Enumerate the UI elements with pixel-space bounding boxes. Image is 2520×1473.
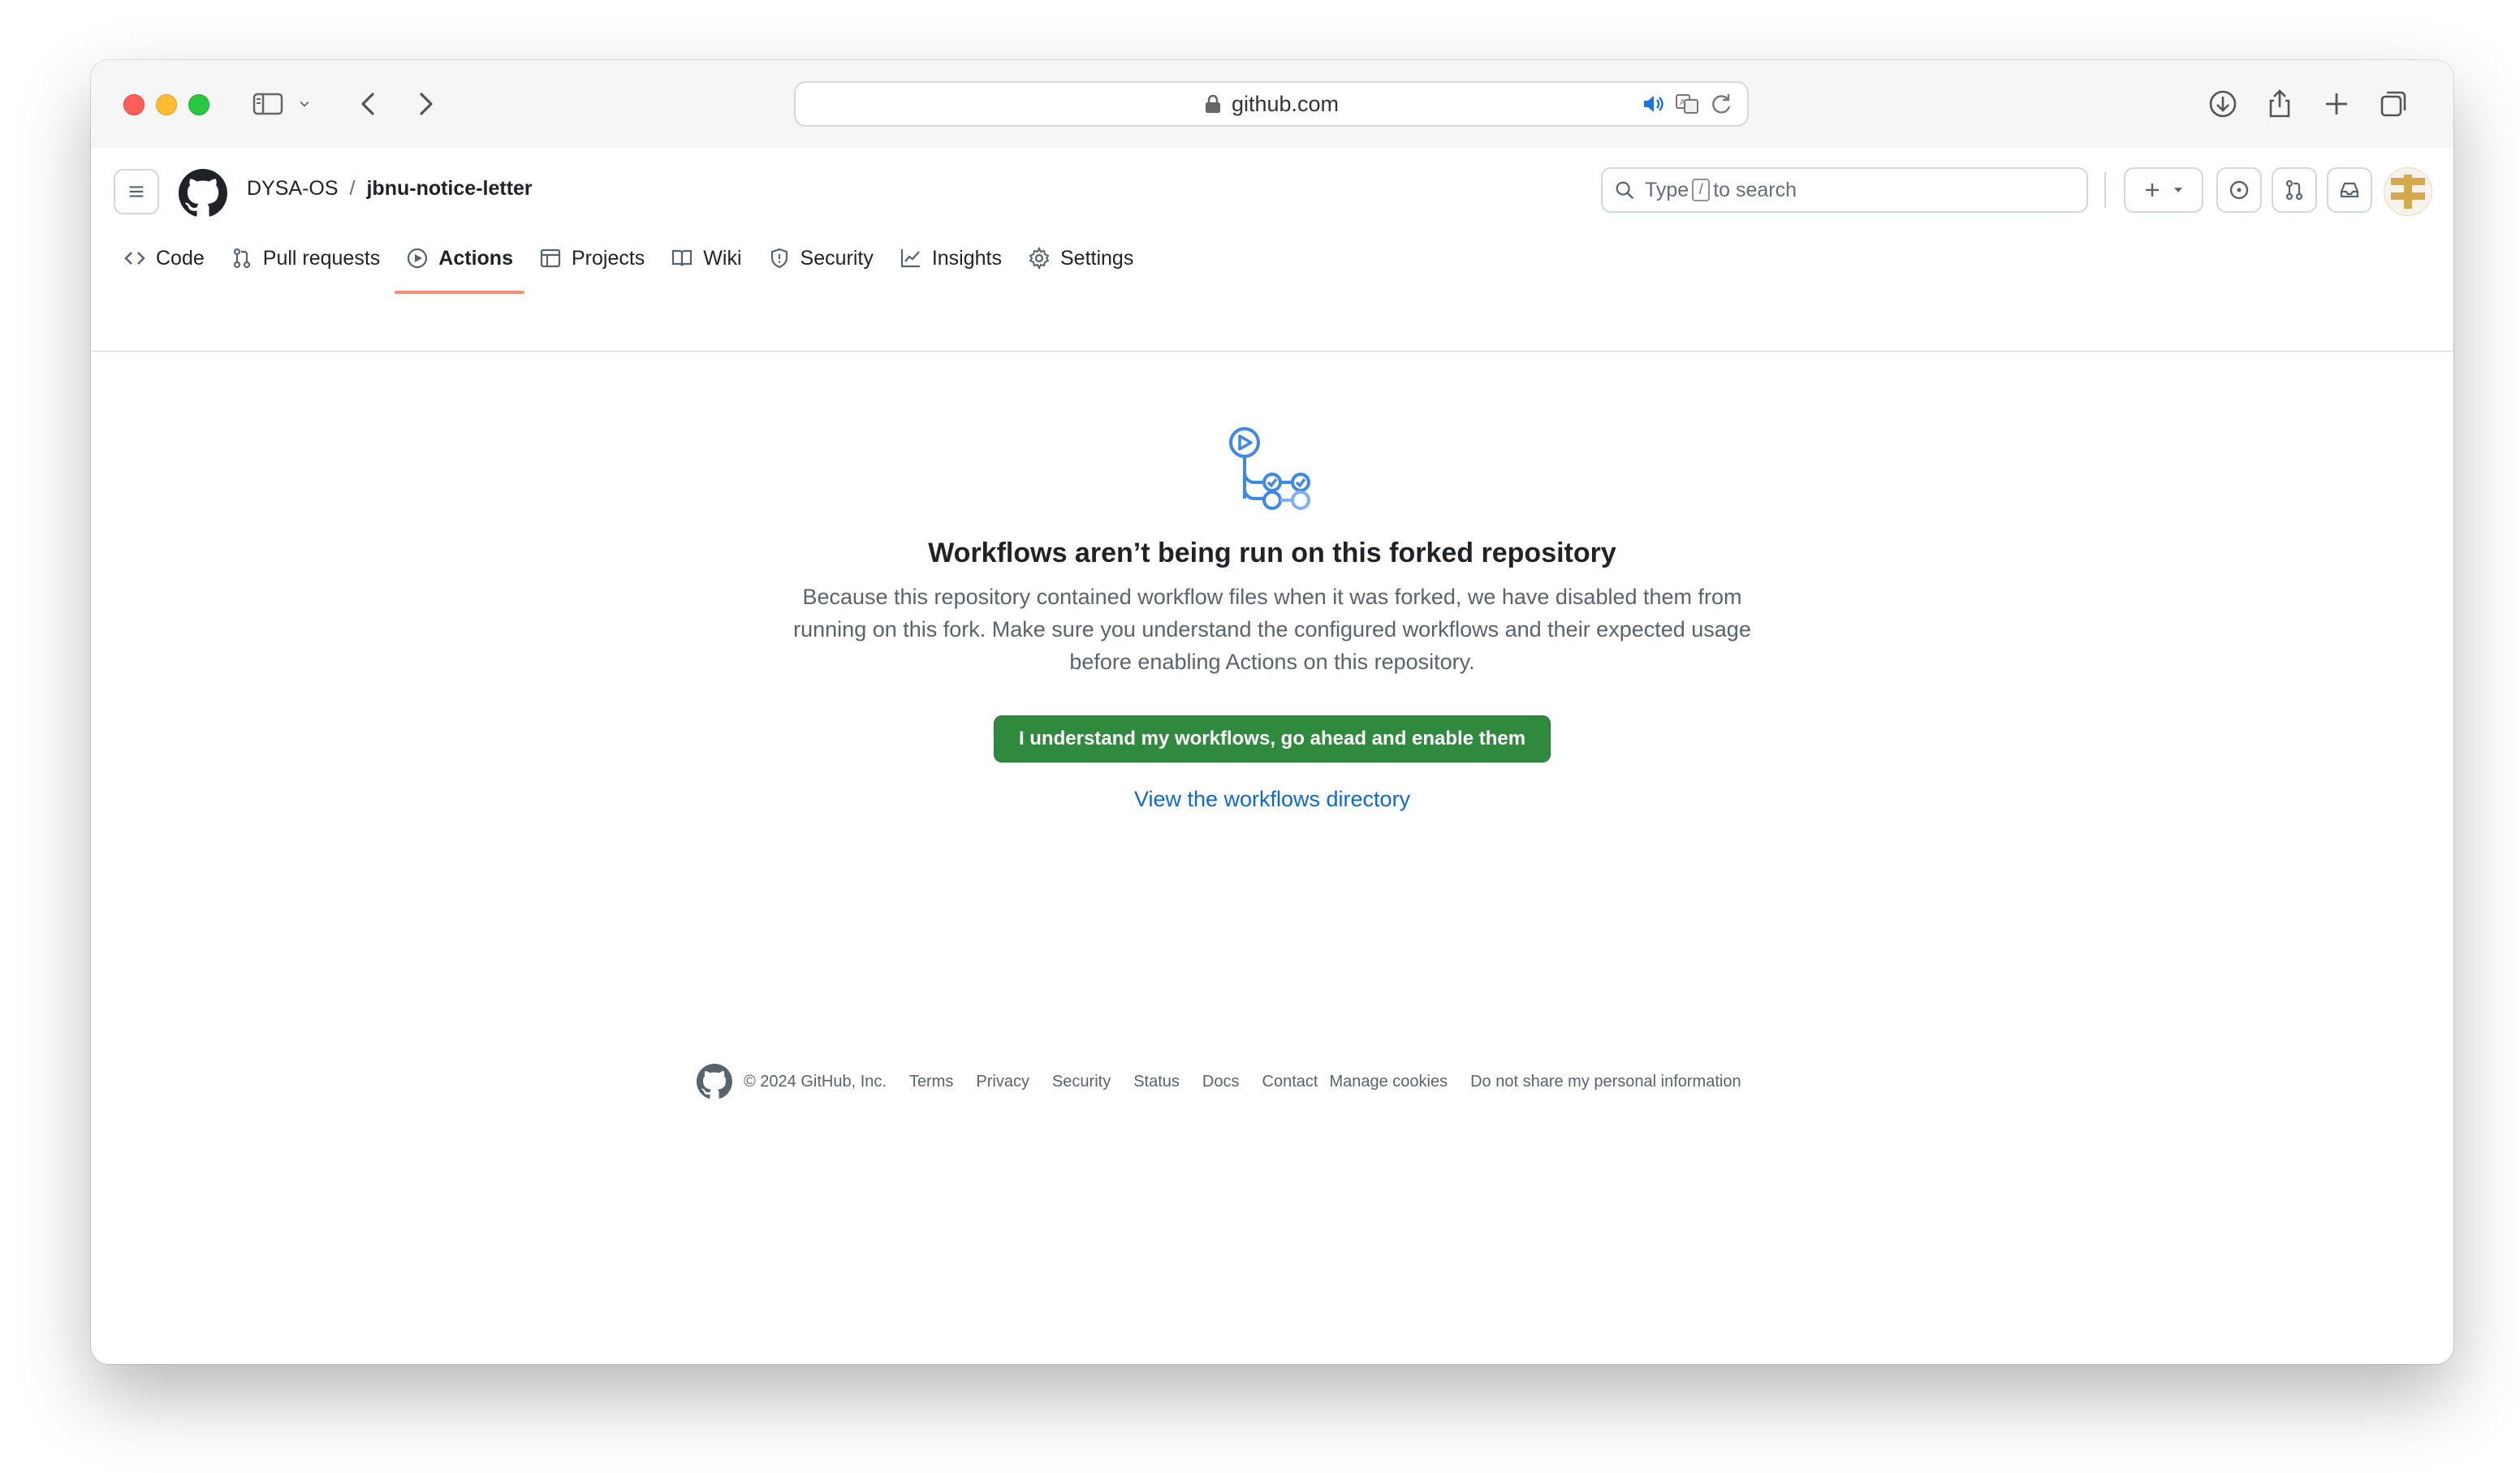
tab-settings[interactable]: Settings (1015, 229, 1146, 287)
forward-icon[interactable] (406, 84, 445, 123)
tab-code[interactable]: Code (110, 229, 218, 287)
issues-button[interactable] (2216, 167, 2262, 213)
workflow-icon (1229, 427, 1310, 510)
repo-link[interactable]: jbnu-notice-letter (366, 177, 532, 201)
footer-copyright: © 2024 GitHub, Inc. (744, 1072, 887, 1091)
tab-label: Projects (571, 246, 645, 270)
tab-label: Wiki (703, 246, 742, 270)
footer: © 2024 GitHub, Inc. Terms Privacy Securi… (697, 1064, 1764, 1099)
footer-link-privacy[interactable]: Privacy (976, 1073, 1029, 1091)
hamburger-icon (129, 186, 144, 197)
address-bar[interactable]: github.com A (794, 81, 1749, 127)
footer-link-terms[interactable]: Terms (909, 1073, 953, 1091)
search-placeholder-suffix: to search (1713, 178, 1797, 201)
close-window-button[interactable] (123, 94, 145, 115)
avatar[interactable] (2384, 167, 2432, 216)
issue-opened-icon (2229, 180, 2249, 200)
chevron-down-icon[interactable] (292, 84, 317, 123)
enable-workflows-button[interactable]: I understand my workflows, go ahead and … (993, 715, 1551, 762)
breadcrumb: DYSA-OS / jbnu-notice-letter (247, 177, 533, 201)
workflows-directory-link[interactable]: View the workflows directory (91, 787, 2453, 812)
pull-requests-button[interactable] (2272, 167, 2317, 213)
footer-link-manage-cookies[interactable]: Manage cookies (1329, 1073, 1448, 1091)
tab-overview-icon[interactable] (2374, 84, 2413, 123)
play-icon (408, 248, 428, 269)
table-icon (540, 248, 561, 268)
footer-link-security[interactable]: Security (1052, 1073, 1111, 1091)
tab-label: Security (800, 246, 874, 270)
github-logo-icon[interactable] (697, 1064, 732, 1099)
search-shortcut-key: / (1692, 179, 1711, 201)
inbox-icon (2340, 182, 2359, 198)
tab-pull-requests[interactable]: Pull requests (218, 229, 394, 287)
search-input[interactable]: Type / to search (1601, 167, 2088, 213)
owner-link[interactable]: DYSA-OS (247, 177, 339, 201)
sidebar-toggle-icon[interactable] (248, 84, 287, 123)
footer-link-do-not-share[interactable]: Do not share my personal information (1470, 1073, 1741, 1091)
share-icon[interactable] (2260, 84, 2299, 123)
create-new-button[interactable] (2124, 167, 2203, 213)
search-icon (1616, 181, 1634, 200)
browser-window: github.com A DYSA-OS / jbnu-notice-lette… (91, 60, 2453, 1364)
github-logo-icon[interactable] (179, 169, 227, 218)
minimize-window-button[interactable] (156, 94, 177, 115)
translate-icon[interactable]: A (1674, 91, 1700, 117)
tab-label: Code (156, 246, 205, 270)
shield-icon (770, 248, 788, 269)
download-icon[interactable] (2203, 84, 2242, 123)
url-text: github.com (1231, 91, 1340, 116)
footer-link-status[interactable]: Status (1133, 1073, 1180, 1091)
code-icon (124, 252, 145, 265)
tab-label: Actions (438, 246, 513, 270)
footer-link-docs[interactable]: Docs (1202, 1073, 1240, 1091)
caret-down-icon (2174, 188, 2182, 192)
identicon-icon (2391, 175, 2425, 209)
zoom-window-button[interactable] (188, 94, 209, 115)
pull-request-icon (2285, 179, 2303, 201)
tab-label: Pull requests (262, 246, 381, 270)
tab-wiki[interactable]: Wiki (658, 229, 754, 287)
new-tab-icon[interactable] (2317, 84, 2356, 123)
blankslate: Workflows aren’t being run on this forke… (91, 425, 2453, 812)
reload-icon[interactable] (1708, 91, 1734, 117)
blankslate-description: Because this repository contained workfl… (793, 585, 1751, 674)
lock-icon (1205, 94, 1220, 113)
book-icon (672, 249, 693, 266)
plus-icon (2146, 184, 2159, 197)
search-placeholder-prefix: Type (1645, 178, 1689, 201)
tab-insights[interactable]: Insights (887, 229, 1015, 287)
tab-projects[interactable]: Projects (526, 229, 658, 287)
blankslate-title: Workflows aren’t being run on this forke… (928, 538, 1616, 568)
svg-text:A: A (1680, 98, 1685, 107)
graph-icon (900, 249, 920, 268)
back-icon[interactable] (349, 84, 388, 123)
footer-link-contact[interactable]: Contact (1262, 1073, 1318, 1091)
gear-icon (1029, 247, 1050, 270)
pull-request-icon (233, 248, 250, 269)
menu-button[interactable] (114, 169, 159, 214)
inbox-button[interactable] (2327, 167, 2372, 213)
tab-label: Settings (1060, 246, 1134, 270)
tab-security[interactable]: Security (755, 229, 887, 287)
repo-nav: Code Pull requests Actions Projects Wiki… (110, 229, 1146, 294)
tab-actions[interactable]: Actions (393, 229, 526, 294)
header-divider (2104, 172, 2106, 208)
tab-label: Insights (931, 246, 1002, 270)
breadcrumb-separator: / (349, 177, 356, 200)
speaker-icon[interactable] (1640, 91, 1666, 117)
browser-toolbar: github.com A (91, 60, 2453, 149)
github-header: DYSA-OS / jbnu-notice-letter Type / to s… (91, 148, 2453, 352)
